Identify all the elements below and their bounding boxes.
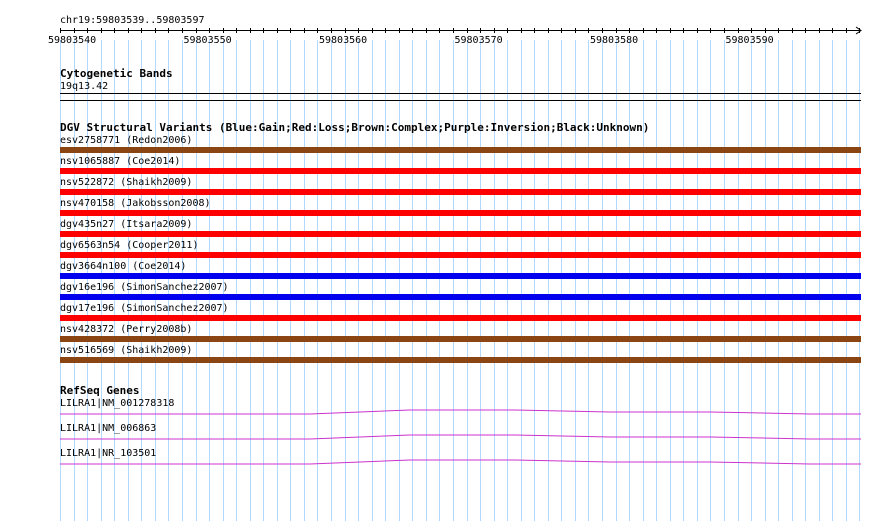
dgv-feature-bar[interactable] — [60, 315, 861, 321]
dgv-feature-bar[interactable] — [60, 336, 861, 342]
refseq-track-title: RefSeq Genes — [60, 384, 140, 397]
dgv-feature-label[interactable]: nsv516569 (Shaikh2009) — [60, 345, 192, 357]
cytoband-track-title: Cytogenetic Bands — [60, 67, 173, 80]
dgv-feature-label[interactable]: nsv428372 (Perry2008b) — [60, 324, 192, 336]
dgv-track-title: DGV Structural Variants (Blue:Gain;Red:L… — [60, 121, 650, 134]
dgv-feature-label[interactable]: dgv435n27 (Itsara2009) — [60, 219, 192, 231]
dgv-feature-bar[interactable] — [60, 189, 861, 195]
cytoband-line-bottom — [60, 100, 861, 101]
ruler-tick-label: 59803560 — [319, 35, 368, 46]
ruler-tick-label: 59803570 — [454, 35, 503, 46]
ruler-tick-label: 59803550 — [183, 35, 232, 46]
dgv-feature-label[interactable]: nsv470158 (Jakobsson2008) — [60, 198, 211, 210]
refseq-gene-label[interactable]: LILRA1|NR_103501 — [60, 448, 156, 460]
refseq-gene-label[interactable]: LILRA1|NM_006863 — [60, 423, 156, 435]
dgv-feature-bar[interactable] — [60, 273, 861, 279]
dgv-feature-label[interactable]: nsv1065887 (Coe2014) — [60, 156, 180, 168]
dgv-feature-label[interactable]: dgv3664n100 (Coe2014) — [60, 261, 186, 273]
dgv-feature-label[interactable]: esv2758771 (Redon2006) — [60, 135, 192, 147]
dgv-feature-label[interactable]: dgv17e196 (SimonSanchez2007) — [60, 303, 229, 315]
dgv-feature-bar[interactable] — [60, 252, 861, 258]
ruler-tick-label: 59803580 — [590, 35, 639, 46]
ruler-tick-label: 59803590 — [725, 35, 774, 46]
dgv-feature-bar[interactable] — [60, 231, 861, 237]
dgv-feature-bar[interactable] — [60, 147, 861, 153]
dgv-feature-bar[interactable] — [60, 357, 861, 363]
cytoband-line-top — [60, 93, 861, 94]
dgv-feature-label[interactable]: dgv16e196 (SimonSanchez2007) — [60, 282, 229, 294]
refseq-gene-label[interactable]: LILRA1|NM_001278318 — [60, 398, 174, 410]
ruler-tick-label: 59803540 — [48, 35, 97, 46]
dgv-feature-label[interactable]: nsv522872 (Shaikh2009) — [60, 177, 192, 189]
dgv-feature-bar[interactable] — [60, 294, 861, 300]
dgv-feature-bar[interactable] — [60, 168, 861, 174]
dgv-feature-bar[interactable] — [60, 210, 861, 216]
cytoband-label[interactable]: 19q13.42 — [60, 81, 108, 93]
dgv-feature-label[interactable]: dgv6563n54 (Cooper2011) — [60, 240, 198, 252]
